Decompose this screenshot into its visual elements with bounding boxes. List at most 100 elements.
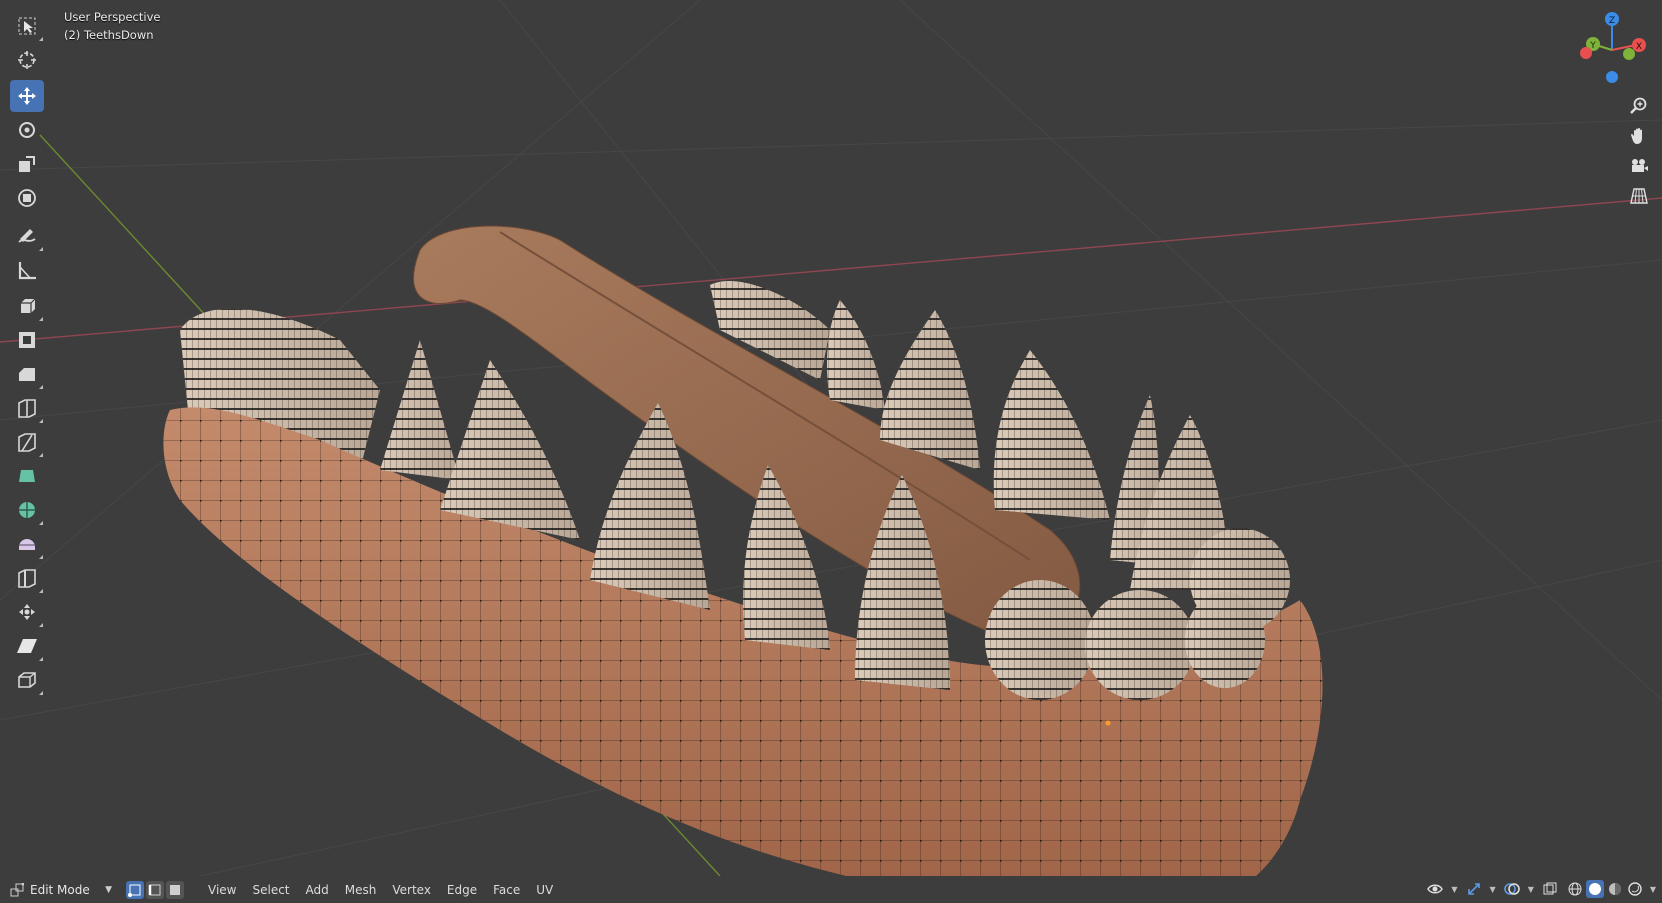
gizmo-neg-x[interactable]	[1580, 47, 1592, 59]
measure-icon	[18, 262, 36, 280]
shrink-fatten-icon	[19, 604, 35, 620]
edge-slide-icon	[18, 569, 36, 588]
vertex-select-button[interactable]	[126, 880, 144, 899]
bevel-tool[interactable]	[10, 358, 44, 390]
chevron-down-icon[interactable]: ▼	[1650, 885, 1656, 894]
material-shading-button[interactable]	[1606, 880, 1624, 898]
mode-label: Edit Mode	[30, 882, 90, 897]
poly-build-icon	[19, 470, 35, 482]
menu-mesh[interactable]: Mesh	[337, 883, 385, 897]
zoom-icon	[1630, 97, 1647, 114]
gizmo-neg-z[interactable]	[1606, 71, 1618, 83]
scene-render[interactable]	[0, 0, 1662, 903]
header-right-controls: ▼ ▼ ▼ ▼	[1425, 879, 1656, 899]
rotate-tool[interactable]	[10, 114, 44, 146]
gizmo-toggle-button[interactable]	[1464, 879, 1484, 899]
knife-icon	[18, 433, 36, 452]
visibility-button[interactable]	[1425, 879, 1445, 899]
ortho-grid-icon	[1630, 188, 1648, 204]
ortho-toggle-button[interactable]	[1625, 182, 1653, 210]
zoom-button[interactable]	[1625, 92, 1653, 120]
inset-tool[interactable]	[10, 324, 44, 356]
rendered-shading-button[interactable]	[1626, 880, 1644, 898]
chevron-down-icon: ▼	[105, 884, 112, 895]
loop-cut-tool[interactable]	[10, 392, 44, 424]
header-menus: View Select Add Mesh Vertex Edge Face UV	[200, 883, 561, 897]
scale-tool[interactable]	[10, 148, 44, 180]
edge-slide-tool[interactable]	[10, 562, 44, 594]
inset-icon	[19, 332, 35, 348]
menu-add[interactable]: Add	[298, 883, 337, 897]
move-icon	[18, 87, 36, 105]
xray-toggle-button[interactable]	[1540, 879, 1560, 899]
extrude-icon	[21, 298, 36, 313]
shear-icon	[17, 639, 37, 653]
rip-region-tool[interactable]	[10, 664, 44, 696]
select-mode-group	[126, 880, 184, 899]
menu-vertex[interactable]: Vertex	[384, 883, 439, 897]
smooth-tool[interactable]	[10, 528, 44, 560]
wireframe-shading-button[interactable]	[1566, 880, 1584, 898]
shrink-fatten-tool[interactable]	[10, 596, 44, 628]
extrude-tool[interactable]	[10, 290, 44, 322]
scale-icon	[19, 156, 35, 172]
wireframe-sphere-icon	[1568, 882, 1582, 896]
viewport-header: Edit Mode ▼ View Select Add Mesh Vertex …	[0, 876, 1662, 903]
material-sphere-icon	[1608, 883, 1621, 895]
chevron-down-icon[interactable]: ▼	[1451, 885, 1457, 894]
edit-mode-icon	[10, 882, 24, 896]
gizmo-x-label: X	[1636, 42, 1642, 52]
select-box-tool[interactable]	[10, 10, 44, 42]
3d-viewport[interactable]: User Perspective (2) TeethsDown Z X Y Ed…	[0, 0, 1662, 903]
camera-icon	[1632, 159, 1648, 172]
camera-button[interactable]	[1625, 152, 1653, 180]
menu-select[interactable]: Select	[244, 883, 297, 897]
annotate-tool[interactable]	[10, 220, 44, 252]
knife-tool[interactable]	[10, 426, 44, 458]
edge-select-icon	[148, 884, 161, 895]
pan-hand-icon	[1631, 128, 1642, 144]
menu-view[interactable]: View	[200, 883, 244, 897]
menu-edge[interactable]: Edge	[439, 883, 485, 897]
solid-sphere-icon	[1588, 883, 1601, 895]
rendered-sphere-icon	[1628, 882, 1642, 896]
gizmo-neg-y[interactable]	[1623, 48, 1635, 60]
navigation-gizmo[interactable]: Z X Y	[1570, 8, 1660, 94]
shading-mode-group	[1566, 880, 1644, 898]
solid-shading-button[interactable]	[1585, 880, 1604, 898]
xray-icon	[1543, 882, 1557, 895]
poly-build-tool[interactable]	[10, 460, 44, 492]
measure-tool[interactable]	[10, 254, 44, 286]
menu-face[interactable]: Face	[485, 883, 528, 897]
cursor-tool[interactable]	[10, 44, 44, 76]
menu-uv[interactable]: UV	[528, 883, 561, 897]
eye-icon	[1427, 884, 1444, 894]
loop-cut-icon	[18, 399, 36, 418]
cursor-icon	[18, 51, 36, 69]
chevron-down-icon[interactable]: ▼	[1490, 885, 1496, 894]
spin-tool[interactable]	[10, 494, 44, 526]
pan-button[interactable]	[1625, 122, 1653, 150]
chevron-down-icon[interactable]: ▼	[1528, 885, 1534, 894]
gizmo-icon	[1467, 883, 1480, 895]
face-select-button[interactable]	[166, 880, 184, 899]
spin-icon	[19, 502, 35, 518]
transform-tool[interactable]	[10, 182, 44, 214]
edge-select-button[interactable]	[146, 880, 164, 899]
annotate-icon	[18, 229, 36, 243]
vertex-select-icon	[128, 884, 141, 897]
mode-selector[interactable]: Edit Mode ▼	[10, 880, 118, 900]
rip-region-icon	[18, 672, 36, 688]
viewport-perspective-label: User Perspective	[64, 10, 161, 24]
gizmo-z-label: Z	[1609, 16, 1615, 26]
shear-tool[interactable]	[10, 630, 44, 662]
viewport-object-label: (2) TeethsDown	[64, 28, 154, 42]
rotate-icon	[19, 122, 35, 138]
smooth-icon	[19, 539, 35, 550]
transform-icon	[18, 189, 36, 207]
overlay-toggle-button[interactable]	[1502, 879, 1522, 899]
overlay-icon	[1503, 883, 1520, 895]
face-select-icon	[170, 884, 180, 895]
select-box-icon	[18, 17, 36, 35]
move-tool[interactable]	[10, 80, 44, 112]
